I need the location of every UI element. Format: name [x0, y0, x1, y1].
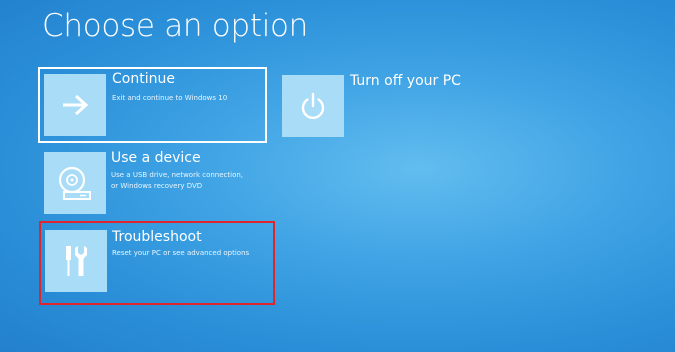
continue-tile — [44, 74, 106, 136]
use-a-device-option[interactable]: Use a device Use a USB drive, network co… — [40, 148, 265, 218]
turn-off-tile — [282, 75, 344, 137]
tools-icon — [60, 243, 92, 279]
use-a-device-tile — [44, 152, 106, 214]
turn-off-option[interactable]: Turn off your PC — [280, 70, 470, 140]
disc-drive-icon — [55, 165, 95, 201]
use-a-device-title: Use a device — [111, 150, 201, 166]
power-icon — [298, 91, 328, 121]
page-title: Choose an option — [42, 8, 309, 44]
continue-description: Exit and continue to Windows 10 — [112, 94, 228, 102]
use-a-device-description: Use a USB drive, network connection, or … — [111, 171, 244, 190]
troubleshoot-tile — [45, 230, 107, 292]
continue-option[interactable]: Continue Exit and continue to Windows 10 — [38, 67, 267, 143]
turn-off-title: Turn off your PC — [350, 73, 461, 89]
continue-title: Continue — [112, 71, 175, 87]
arrow-right-icon — [60, 93, 90, 117]
troubleshoot-description: Reset your PC or see advanced options — [112, 249, 250, 257]
troubleshoot-option[interactable]: Troubleshoot Reset your PC or see advanc… — [39, 221, 275, 305]
troubleshoot-title: Troubleshoot — [112, 229, 202, 245]
